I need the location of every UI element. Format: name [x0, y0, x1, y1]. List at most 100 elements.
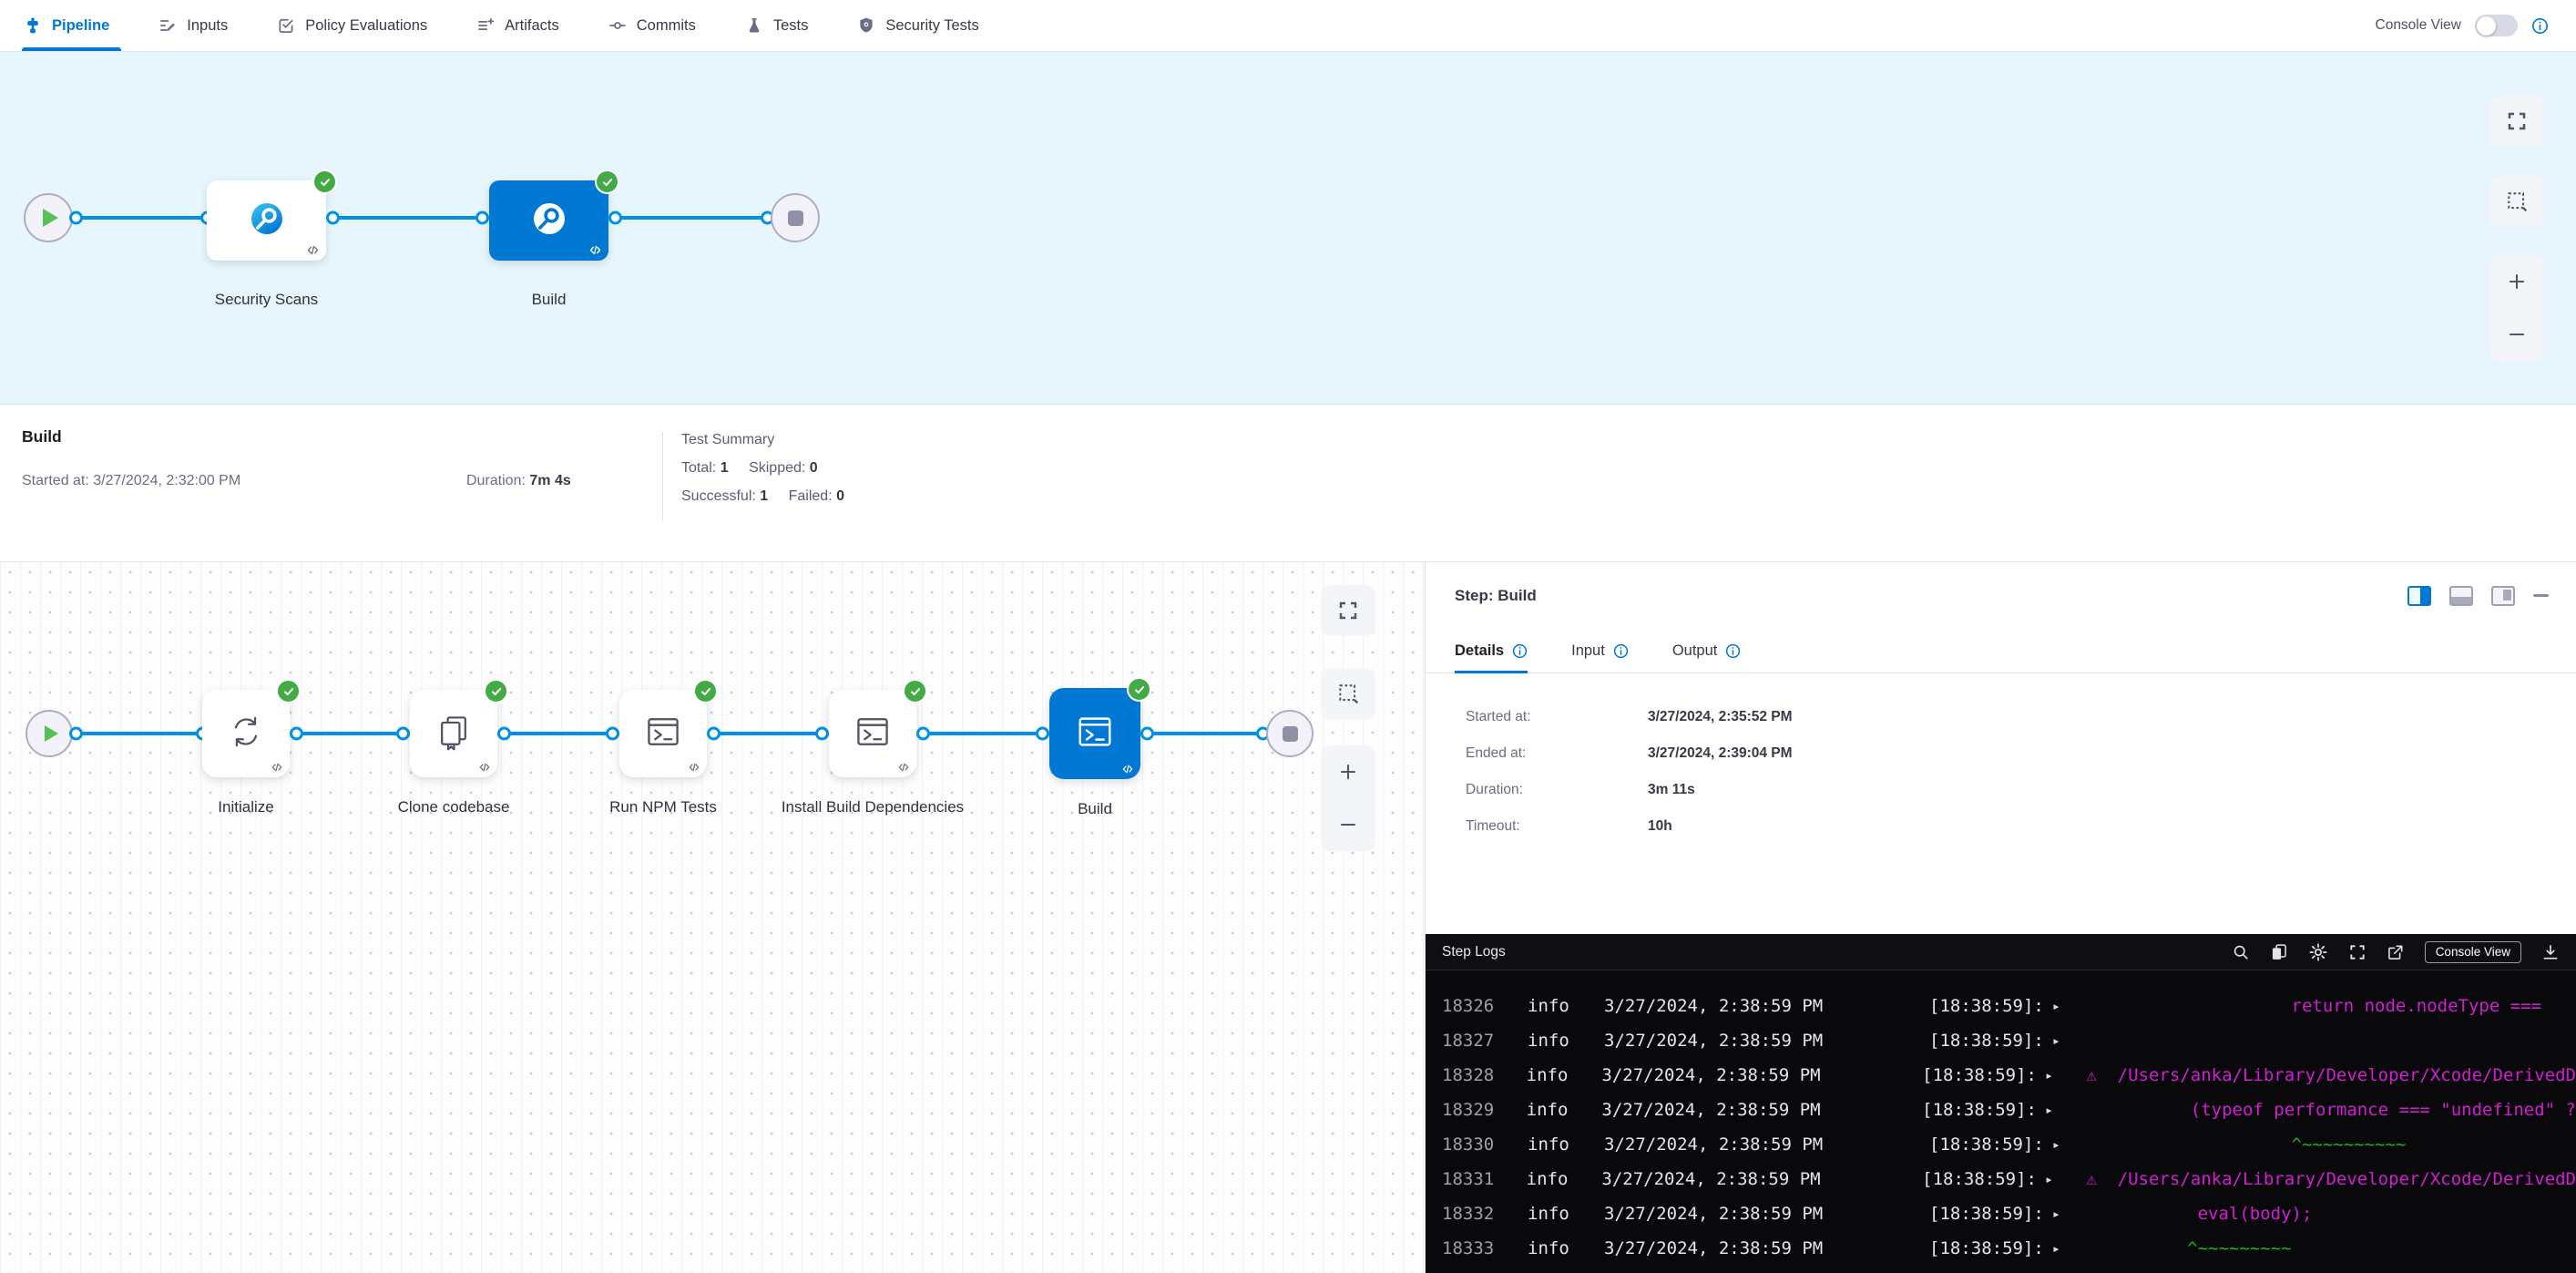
code-icon [897, 761, 910, 774]
layout-right-panel-icon[interactable] [2407, 586, 2431, 606]
log-date: 3/27/2024, 2:38:59 PM [1604, 1031, 1929, 1051]
info-icon[interactable] [1512, 643, 1528, 659]
copy-icon[interactable] [2270, 943, 2288, 961]
fullscreen-icon[interactable] [2348, 943, 2366, 961]
log-date: 3/27/2024, 2:38:59 PM [1604, 1204, 1929, 1224]
nav-tab-pipeline[interactable]: Pipeline [22, 0, 134, 51]
log-timestamp: [18:38:59]: [1929, 1031, 2044, 1051]
tab-label: Input [1571, 642, 1605, 660]
success-badge [595, 169, 619, 194]
stage-duration: Duration: 7m 4s [466, 473, 571, 489]
test-summary: Test Summary Total: 1 Skipped: 0 Success… [681, 426, 844, 510]
log-level: info [1528, 1031, 1604, 1051]
log-date: 3/27/2024, 2:38:59 PM [1601, 1100, 1922, 1120]
stage-title: Build [22, 427, 62, 447]
log-expand-icon[interactable]: ▸ [2045, 1171, 2053, 1187]
open-in-new-icon[interactable] [2387, 943, 2405, 961]
info-icon[interactable] [2531, 17, 2549, 35]
step-logs-body[interactable]: 18326info3/27/2024, 2:38:59 PM[18:38:59]… [1426, 970, 2576, 1273]
minimize-panel-icon[interactable] [2533, 594, 2549, 598]
step-panel-header: Step: Build [1426, 562, 2576, 629]
code-icon [1121, 763, 1134, 775]
pipeline-icon [24, 16, 42, 35]
console-view-label: Console View [2376, 17, 2462, 34]
log-text: (typeof performance === "undefined" ? [2055, 1100, 2576, 1120]
step-pipeline-canvas[interactable]: Initialize Clone codebase [0, 562, 1426, 1273]
tab-output[interactable]: Output [1672, 629, 1742, 672]
nav-tab-artifacts[interactable]: Artifacts [452, 0, 584, 51]
stage-node-security-scans[interactable]: Security Scans [207, 180, 326, 261]
zoom-out-button[interactable] [2489, 308, 2544, 361]
top-nav: Pipeline Inputs Policy Evaluations Artif… [0, 0, 2576, 52]
log-line-number: 18330 [1442, 1134, 1528, 1155]
nav-tab-security-tests[interactable]: Security Tests [833, 0, 1003, 51]
stage-node-build[interactable]: Build [489, 180, 608, 261]
test-summary-title: Test Summary [681, 426, 844, 454]
terminal-icon [853, 712, 893, 756]
gear-icon[interactable] [2308, 942, 2328, 962]
log-expand-icon[interactable]: ▸ [2052, 1032, 2060, 1049]
step-node-clone-codebase[interactable]: Clone codebase [410, 690, 497, 777]
zoom-in-button[interactable] [1321, 745, 1375, 798]
canvas-fullscreen-button[interactable] [1321, 585, 1375, 636]
step-node-initialize[interactable]: Initialize [202, 690, 290, 777]
tab-details[interactable]: Details [1455, 629, 1528, 672]
build-summary-bar: Build Started at: 3/27/2024, 2:32:00 PM … [0, 405, 2576, 562]
log-line-number: 18331 [1442, 1169, 1527, 1189]
download-icon[interactable] [2541, 943, 2560, 961]
steps-start-node[interactable] [26, 710, 73, 757]
log-text: return node.nodeType === [2062, 996, 2541, 1016]
step-node-build[interactable]: Build [1049, 688, 1140, 779]
nav-tab-policy-evaluations[interactable]: Policy Evaluations [252, 0, 452, 51]
canvas-marquee-select-button[interactable] [2489, 176, 2544, 227]
canvas-marquee-select-button[interactable] [1321, 668, 1375, 719]
step-node-install-build-dependencies[interactable]: Install Build Dependencies [829, 690, 916, 777]
detail-label: Ended at: [1466, 744, 1648, 763]
stage-pipeline-canvas[interactable]: Security Scans Build [0, 52, 2576, 405]
log-expand-icon[interactable]: ▸ [2045, 1067, 2053, 1083]
steps-end-node[interactable] [1266, 710, 1314, 757]
log-text: ⚠ /Users/anka/Library/Developer/Xcode/De… [2055, 1169, 2576, 1189]
console-view-toggle[interactable] [2475, 15, 2518, 36]
step-logs-console: Step Logs [1426, 934, 2576, 1273]
search-icon[interactable] [2232, 943, 2250, 961]
play-icon [43, 209, 58, 227]
log-expand-icon[interactable]: ▸ [2045, 1102, 2053, 1118]
log-level: info [1528, 1204, 1604, 1224]
step-logs-header: Step Logs [1426, 934, 2576, 970]
nav-tab-tests[interactable]: Tests [721, 0, 833, 51]
detail-label: Started at: [1466, 708, 1648, 726]
tab-input[interactable]: Input [1571, 629, 1629, 672]
console-view-button[interactable]: Console View [2425, 941, 2521, 963]
pipeline-end-node[interactable] [771, 193, 820, 242]
log-timestamp: [18:38:59]: [1929, 1134, 2044, 1155]
stop-icon [1283, 726, 1298, 742]
layout-bottom-panel-icon[interactable] [2449, 586, 2473, 606]
total-value: 1 [721, 460, 729, 476]
log-expand-icon[interactable]: ▸ [2052, 1206, 2060, 1222]
info-icon[interactable] [1725, 643, 1741, 659]
log-expand-icon[interactable]: ▸ [2052, 1136, 2060, 1153]
step-label: Clone codebase [361, 796, 547, 819]
info-icon[interactable] [1613, 643, 1629, 659]
zoom-in-button[interactable] [2489, 255, 2544, 308]
layout-floating-panel-icon[interactable] [2491, 586, 2515, 606]
pipeline-start-node[interactable] [24, 193, 73, 242]
inputs-icon [158, 16, 177, 35]
log-level: info [1527, 1169, 1602, 1189]
step-node-run-npm-tests[interactable]: Run NPM Tests [619, 690, 707, 777]
zoom-out-button[interactable] [1321, 798, 1375, 851]
log-date: 3/27/2024, 2:38:59 PM [1604, 1134, 1929, 1155]
nav-tab-commits[interactable]: Commits [584, 0, 721, 51]
code-icon [588, 243, 602, 257]
success-badge [903, 679, 927, 703]
log-expand-icon[interactable]: ▸ [2052, 998, 2060, 1014]
stage-started-at: Started at: 3/27/2024, 2:32:00 PM [22, 473, 240, 489]
log-expand-icon[interactable]: ▸ [2052, 1240, 2060, 1257]
pipeline-connector [77, 216, 207, 220]
log-text: ^~~~~~~~~~~ [2062, 1134, 2407, 1155]
log-line: 18330info3/27/2024, 2:38:59 PM[18:38:59]… [1426, 1127, 2576, 1162]
nav-tab-inputs[interactable]: Inputs [134, 0, 252, 51]
detail-row: Ended at: 3/27/2024, 2:39:04 PM [1466, 744, 2576, 763]
canvas-fullscreen-button[interactable] [2489, 96, 2544, 147]
